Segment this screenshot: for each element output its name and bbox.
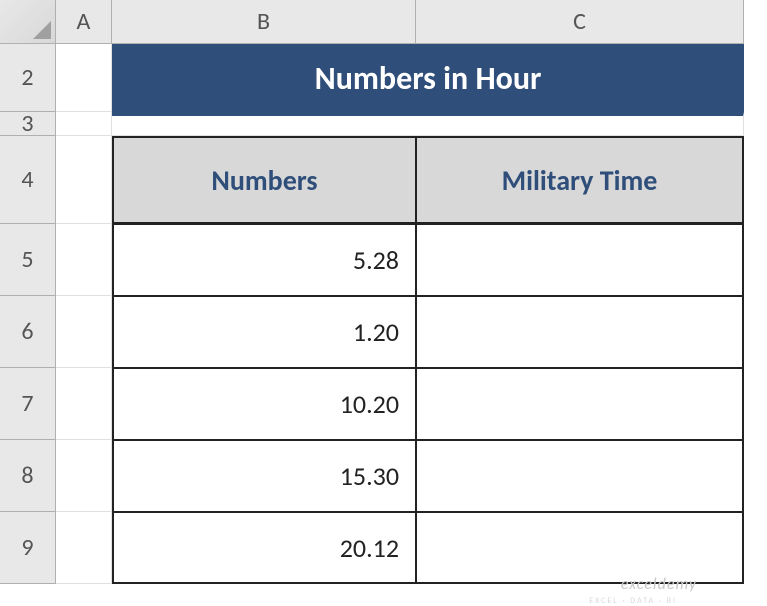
row-header-7[interactable]: 7	[0, 368, 56, 440]
cell-a9[interactable]	[56, 512, 112, 584]
watermark-subtext: EXCEL · DATA · BI	[589, 596, 677, 606]
cell-a7[interactable]	[56, 368, 112, 440]
cell-c9[interactable]	[416, 512, 744, 584]
cell-a2[interactable]	[56, 44, 112, 112]
row-header-9[interactable]: 9	[0, 512, 56, 584]
column-header-c[interactable]: C	[416, 0, 744, 44]
select-all-corner[interactable]	[0, 0, 56, 44]
watermark-text: exceldemy	[621, 575, 697, 594]
cell-a8[interactable]	[56, 440, 112, 512]
cell-b7[interactable]: 10.20	[112, 368, 416, 440]
table-header-numbers[interactable]: Numbers	[112, 136, 416, 224]
cell-a3[interactable]	[56, 112, 112, 136]
cell-a6[interactable]	[56, 296, 112, 368]
cell-b6[interactable]: 1.20	[112, 296, 416, 368]
cell-b9[interactable]: 20.12	[112, 512, 416, 584]
spreadsheet-grid: A B C 2 Numbers in Hour 3 4 Numbers Mili…	[0, 0, 767, 584]
cell-a5[interactable]	[56, 224, 112, 296]
column-header-a[interactable]: A	[56, 0, 112, 44]
row-header-4[interactable]: 4	[0, 136, 56, 224]
title-underline[interactable]	[112, 112, 744, 136]
title-cell[interactable]: Numbers in Hour	[112, 44, 744, 112]
cell-a4[interactable]	[56, 136, 112, 224]
row-header-3[interactable]: 3	[0, 112, 56, 136]
row-header-6[interactable]: 6	[0, 296, 56, 368]
cell-b8[interactable]: 15.30	[112, 440, 416, 512]
cell-c6[interactable]	[416, 296, 744, 368]
cell-c5[interactable]	[416, 224, 744, 296]
column-header-b[interactable]: B	[112, 0, 416, 44]
cell-c8[interactable]	[416, 440, 744, 512]
row-header-8[interactable]: 8	[0, 440, 56, 512]
row-header-5[interactable]: 5	[0, 224, 56, 296]
cell-b5[interactable]: 5.28	[112, 224, 416, 296]
cell-c7[interactable]	[416, 368, 744, 440]
row-header-2[interactable]: 2	[0, 44, 56, 112]
table-header-military-time[interactable]: Military Time	[416, 136, 744, 224]
